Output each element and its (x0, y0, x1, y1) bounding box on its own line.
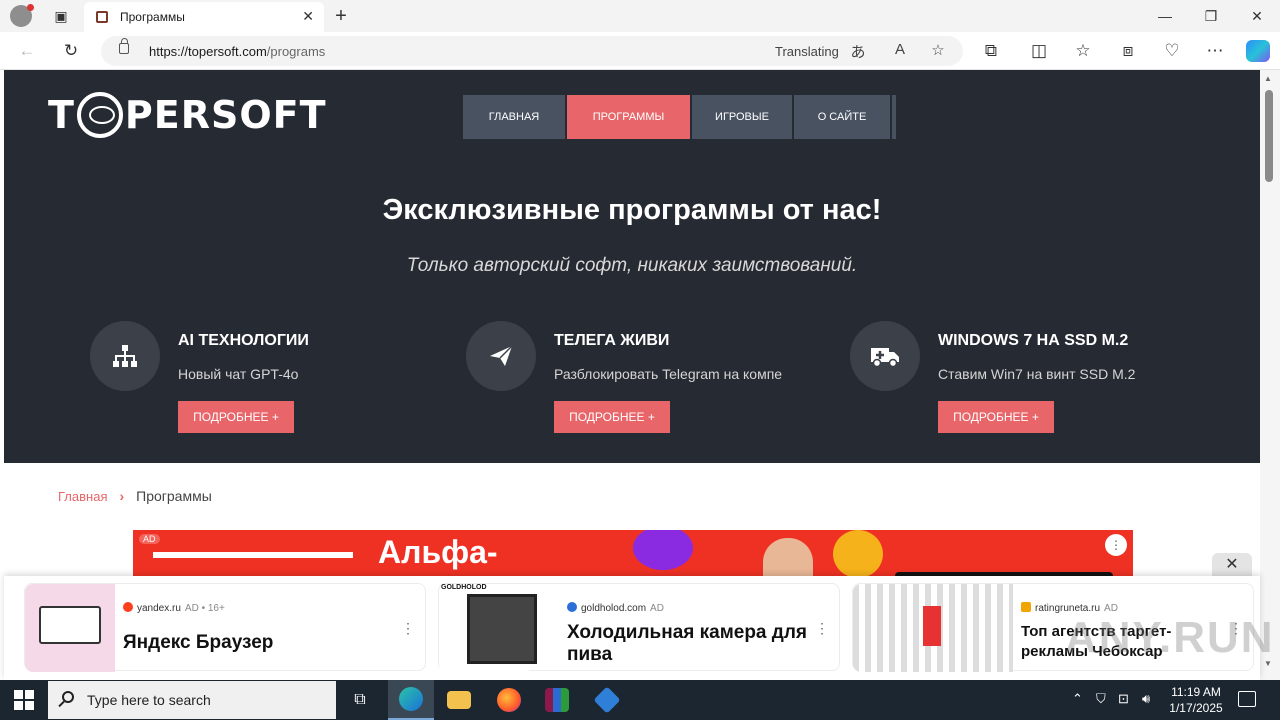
translating-label: Translating (775, 44, 839, 59)
chevron-right-icon: › (119, 488, 125, 504)
nav-item-about[interactable]: О САЙТЕ (794, 95, 892, 139)
nav-item-programs[interactable]: ПРОГРАММЫ (567, 95, 692, 139)
ad-strip-close-button[interactable]: ✕ (1212, 553, 1252, 577)
feature-desc: Ставим Win7 на винт SSD M.2 (938, 366, 1136, 382)
ad-options-icon[interactable]: ⋮ (1105, 534, 1127, 556)
ambulance-icon (850, 321, 920, 391)
feature-title: AI ТЕХНОЛОГИИ (178, 332, 309, 349)
tray-security-icon[interactable]: ⛉ (1096, 691, 1106, 707)
breadcrumb-current: Программы (136, 488, 212, 504)
collections-icon[interactable]: ⧈ (1115, 39, 1141, 63)
clock-date: 1/17/2025 (1169, 701, 1223, 715)
main-navigation: ГЛАВНАЯ ПРОГРАММЫ ИГРОВЫЕ О САЙТЕ (463, 95, 896, 139)
ad-thumbnail: GOLDHOLOD (439, 584, 537, 672)
scrollbar-thumb[interactable] (1265, 90, 1273, 182)
breadcrumb-home-link[interactable]: Главная (58, 489, 107, 504)
clock-time: 11:19 AM (1171, 685, 1221, 699)
tray-chevron-up-icon[interactable]: ⌃ (1072, 691, 1083, 707)
network-icon[interactable]: ⊡ (1118, 691, 1129, 707)
nav-end-cap (892, 95, 896, 139)
favorites-icon[interactable]: ☆ (1070, 39, 1096, 63)
ad-card[interactable]: yandex.ru AD • 16+ Яндекс Браузер ⋮ (24, 583, 426, 672)
ad-source: goldholod.com AD (567, 602, 664, 614)
banner-stripes (153, 552, 353, 572)
ad-thumbnail (25, 584, 115, 672)
tab-title: Программы (120, 10, 185, 24)
banner-text: Альфа- (378, 534, 498, 570)
more-button[interactable]: ПОДРОБНЕЕ + (178, 401, 294, 433)
site-logo[interactable]: T PERSOFT (48, 90, 327, 140)
logo-brain-icon (76, 92, 123, 138)
network-tool-icon[interactable] (584, 680, 630, 720)
favorite-star-icon[interactable]: ☆ (927, 41, 949, 61)
more-menu-icon[interactable]: ⋯ (1202, 39, 1228, 63)
file-explorer-icon[interactable] (436, 680, 482, 720)
nav-item-home[interactable]: ГЛАВНАЯ (463, 95, 567, 139)
taskbar-search-box[interactable]: Type here to search (48, 681, 336, 719)
ad-menu-icon[interactable]: ⋮ (401, 620, 415, 637)
hero-subtitle: Только авторский софт, никаких заимствов… (406, 255, 858, 276)
feature-title: ТЕЛЕГА ЖИВИ (554, 332, 670, 349)
copilot-icon[interactable] (1246, 40, 1270, 62)
windows-start-icon[interactable] (14, 690, 34, 710)
browser-essentials-icon[interactable]: ♡ (1159, 39, 1185, 63)
winrar-icon[interactable] (534, 680, 580, 720)
window-close-button[interactable]: ✕ (1244, 4, 1270, 28)
hero-title: Эксклюзивные программы от нас! (382, 194, 882, 226)
back-icon[interactable]: ← (14, 39, 40, 63)
taskbar-clock[interactable]: 11:19 AM 1/17/2025 (1164, 684, 1228, 716)
ad-title: Холодильная камера для пива (567, 622, 807, 665)
address-toolbar: ← ↻ https://topersoft.com/programs Trans… (0, 32, 1280, 70)
more-button[interactable]: ПОДРОБНЕЕ + (554, 401, 670, 433)
tab-close-icon[interactable]: ✕ (302, 8, 314, 25)
feature-title: WINDOWS 7 НА SSD M.2 (938, 332, 1129, 349)
feature-windows7: WINDOWS 7 НА SSD M.2 Ставим Win7 на винт… (850, 321, 1190, 441)
windows-taskbar: Type here to search ⧉ ⌃ ⛉ ⊡ 🔊︎ 11:19 AM … (0, 680, 1280, 720)
feature-ai: AI ТЕХНОЛОГИИ Новый чат GPT-4o ПОДРОБНЕЕ… (90, 321, 430, 441)
browser-tab-bar: ▣ Программы ✕ + — ❐ ✕ (0, 0, 1280, 32)
hero-section: T PERSOFT ГЛАВНАЯ ПРОГРАММЫ ИГРОВЫЕ О САЙ… (4, 70, 1260, 463)
goldholod-logo: GOLDHOLOD (441, 584, 487, 591)
ad-card[interactable]: GOLDHOLOD goldholod.com AD Холодильная ка… (438, 583, 840, 672)
feature-desc: Новый чат GPT-4o (178, 366, 299, 382)
feature-desc: Разблокировать Telegram на компе (554, 366, 783, 382)
ad-menu-icon[interactable]: ⋮ (815, 620, 829, 637)
feature-telegram: ТЕЛЕГА ЖИВИ Разблокировать Telegram на к… (466, 321, 806, 441)
notifications-icon[interactable] (1238, 691, 1256, 707)
new-tab-button[interactable]: + (328, 4, 354, 28)
tab-actions-icon[interactable]: ▣ (48, 4, 74, 28)
task-view-icon[interactable]: ⧉ (337, 680, 383, 720)
more-button[interactable]: ПОДРОБНЕЕ + (938, 401, 1054, 433)
extensions-icon[interactable]: ⧉ (978, 39, 1004, 63)
ad-thumbnail (853, 584, 1013, 672)
profile-avatar[interactable] (10, 4, 34, 27)
breadcrumb: Главная › Программы (58, 488, 212, 504)
ad-title: Яндекс Браузер (123, 632, 274, 653)
browser-tab[interactable]: Программы ✕ (84, 2, 324, 32)
translate-icon[interactable]: あ (847, 41, 869, 61)
edge-taskbar-icon[interactable] (388, 680, 434, 720)
gold-coin-icon (833, 530, 883, 578)
address-bar[interactable]: https://topersoft.com/programs Translati… (101, 36, 963, 66)
refresh-icon[interactable]: ↻ (58, 39, 84, 63)
site-favicon-icon (96, 11, 108, 23)
lock-icon[interactable] (119, 38, 129, 54)
maximize-button[interactable]: ❐ (1198, 4, 1224, 28)
url-text[interactable]: https://topersoft.com/programs (149, 44, 325, 59)
search-placeholder: Type here to search (87, 692, 211, 708)
ad-source: yandex.ru AD • 16+ (123, 602, 225, 614)
sitemap-icon (90, 321, 160, 391)
paper-plane-icon (466, 321, 536, 391)
nav-item-games[interactable]: ИГРОВЫЕ (692, 95, 794, 139)
scroll-up-icon[interactable]: ▲ (1264, 74, 1272, 83)
firefox-icon[interactable] (486, 680, 532, 720)
volume-icon[interactable]: 🔊︎ (1142, 691, 1150, 707)
search-icon (62, 691, 74, 703)
read-aloud-icon[interactable]: A (889, 41, 911, 61)
ad-label: AD (139, 534, 160, 544)
anyrun-watermark: ANY.RUN (1065, 613, 1275, 662)
minimize-button[interactable]: — (1152, 4, 1178, 28)
split-screen-icon[interactable]: ◫ (1026, 39, 1052, 63)
ruble-coin-icon (633, 530, 693, 570)
